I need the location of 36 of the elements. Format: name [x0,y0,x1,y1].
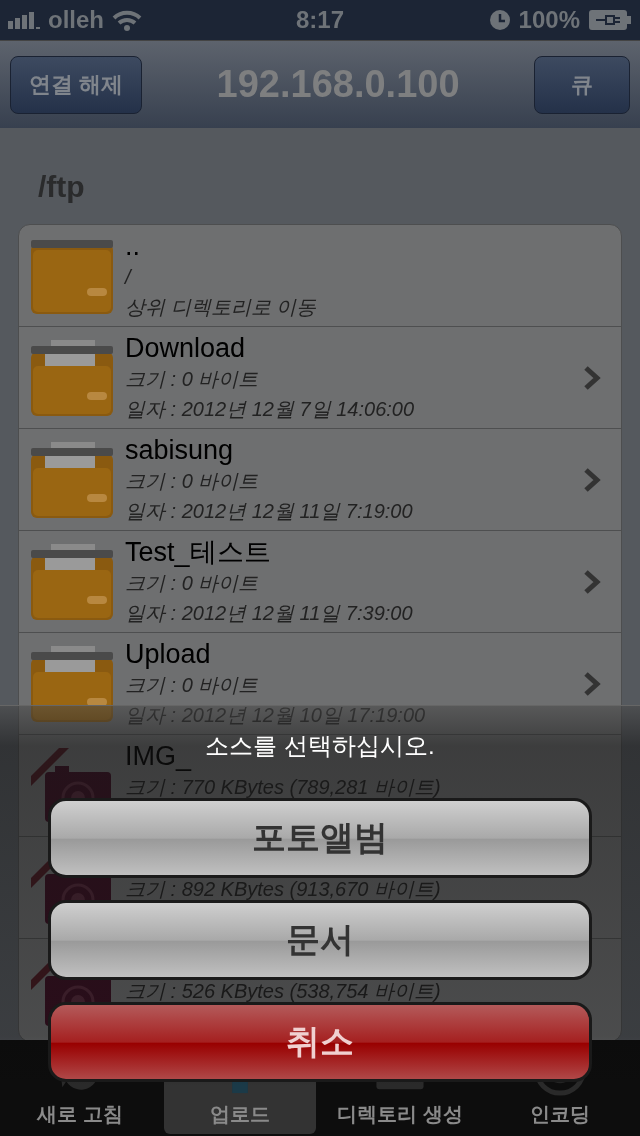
file-detail: 일자 : 2012년 12월 11일 7:19:00 [125,499,413,522]
file-detail: 크기 : 0 바이트 [125,469,259,492]
status-time: 8:17 [294,6,345,34]
queue-button[interactable]: 큐 [534,55,630,114]
file-name: .. [125,229,140,262]
carrier-name: olleh [48,6,104,34]
signal-icon [8,11,40,29]
battery-percent: 100% [518,6,580,34]
clock-icon [488,9,511,31]
file-name: sabisung [125,433,234,466]
chevron-icon [583,568,601,595]
file-name: Test_테스트 [125,535,271,568]
server-address: 192.168.0.100 [216,63,460,106]
tab-label: 새로 고침 [37,1102,123,1127]
chevron-icon [583,670,601,697]
sheet-title: 소스를 선택하십시오. [205,731,435,761]
file-name: Upload [125,637,211,670]
file-detail: 크기 : 0 바이트 [125,367,259,390]
chevron-icon [583,364,601,391]
option-button[interactable]: 포토앨범 [48,798,592,878]
tab-label: 디렉토리 생성 [337,1102,463,1127]
tab-label: 인코딩 [530,1102,590,1127]
file-detail: 일자 : 2012년 12월 11일 7:39:00 [125,601,413,624]
file-detail: / [125,265,131,288]
file-detail: 상위 디렉토리로 이동 [125,295,317,318]
wifi-icon [112,9,142,31]
battery-icon [588,9,632,31]
file-detail: 일자 : 2012년 12월 7일 14:06:00 [125,397,415,420]
option-button[interactable]: 문서 [48,900,592,980]
tab-label: 업로드 [210,1102,270,1127]
cancel-button[interactable]: 취소 [48,1002,592,1082]
file-detail: 크기 : 0 바이트 [125,571,259,594]
file-name: Download [125,331,246,364]
file-detail: 크기 : 0 바이트 [125,673,259,696]
chevron-icon [583,466,601,493]
disconnect-button[interactable]: 연결 해제 [10,55,143,114]
